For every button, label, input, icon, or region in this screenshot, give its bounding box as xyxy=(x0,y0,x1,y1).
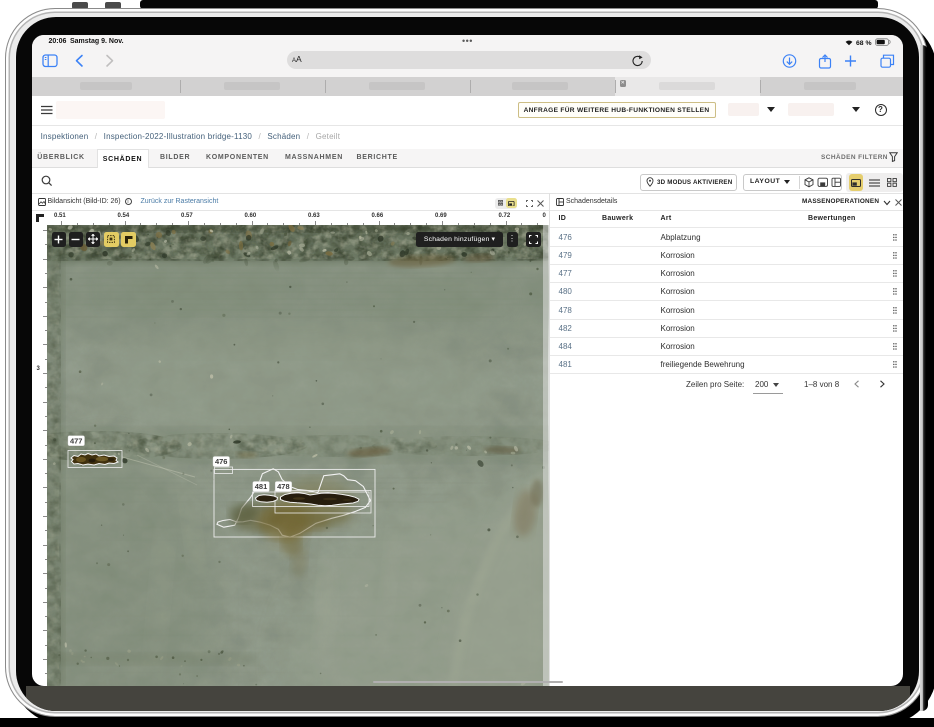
svg-text:477: 477 xyxy=(70,436,83,445)
svg-text:476: 476 xyxy=(215,457,228,466)
svg-text:478: 478 xyxy=(277,482,290,491)
svg-text:68 %: 68 % xyxy=(856,40,872,47)
svg-text:481: 481 xyxy=(255,482,268,491)
